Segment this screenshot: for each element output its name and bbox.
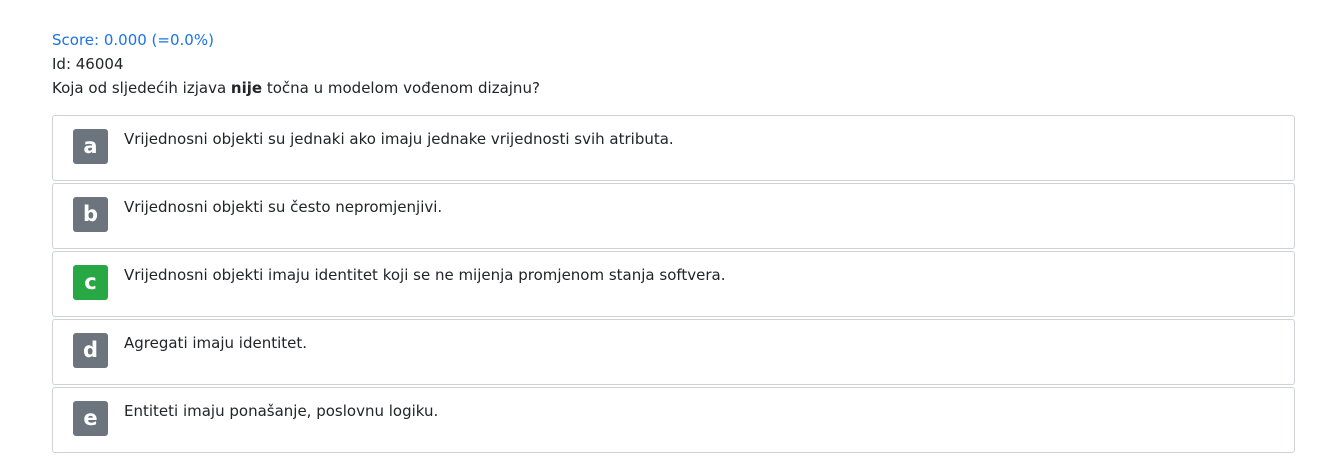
answer-option-b[interactable]: b Vrijednosni objekti su često nepromjen… [52, 183, 1295, 249]
answer-text: Vrijednosni objekti su često nepromjenji… [124, 198, 443, 216]
answer-option-d[interactable]: d Agregati imaju identitet. [52, 319, 1295, 385]
answer-option-a[interactable]: a Vrijednosni objekti su jednaki ako ima… [52, 115, 1295, 181]
answer-letter-badge: b [73, 197, 108, 232]
answer-letter-badge-correct: c [73, 265, 108, 300]
question-text-before: Koja od sljedećih izjava [52, 79, 231, 97]
question-id: Id: 46004 [52, 55, 124, 73]
answer-letter-badge: a [73, 129, 108, 164]
answer-letter-badge: e [73, 401, 108, 436]
answer-text: Agregati imaju identitet. [124, 334, 308, 352]
question-text-after: točna u modelom vođenom dizajnu? [262, 79, 540, 97]
score-label: Score: 0.000 (=0.0%) [52, 31, 214, 49]
answer-option-e[interactable]: e Entiteti imaju ponašanje, poslovnu log… [52, 387, 1295, 453]
question-text-emphasis: nije [230, 79, 263, 97]
question-text: Koja od sljedećih izjava nije točna u mo… [52, 76, 1295, 100]
answer-text: Vrijednosni objekti su jednaki ako imaju… [124, 130, 674, 148]
answer-list: a Vrijednosni objekti su jednaki ako ima… [52, 115, 1295, 453]
answer-option-c[interactable]: c Vrijednosni objekti imaju identitet ko… [52, 251, 1295, 317]
question-container: Score: 0.000 (=0.0%) Id: 46004 Koja od s… [52, 28, 1295, 455]
answer-text: Entiteti imaju ponašanje, poslovnu logik… [124, 402, 439, 420]
answer-letter-badge: d [73, 333, 108, 368]
answer-text: Vrijednosni objekti imaju identitet koji… [124, 266, 726, 284]
